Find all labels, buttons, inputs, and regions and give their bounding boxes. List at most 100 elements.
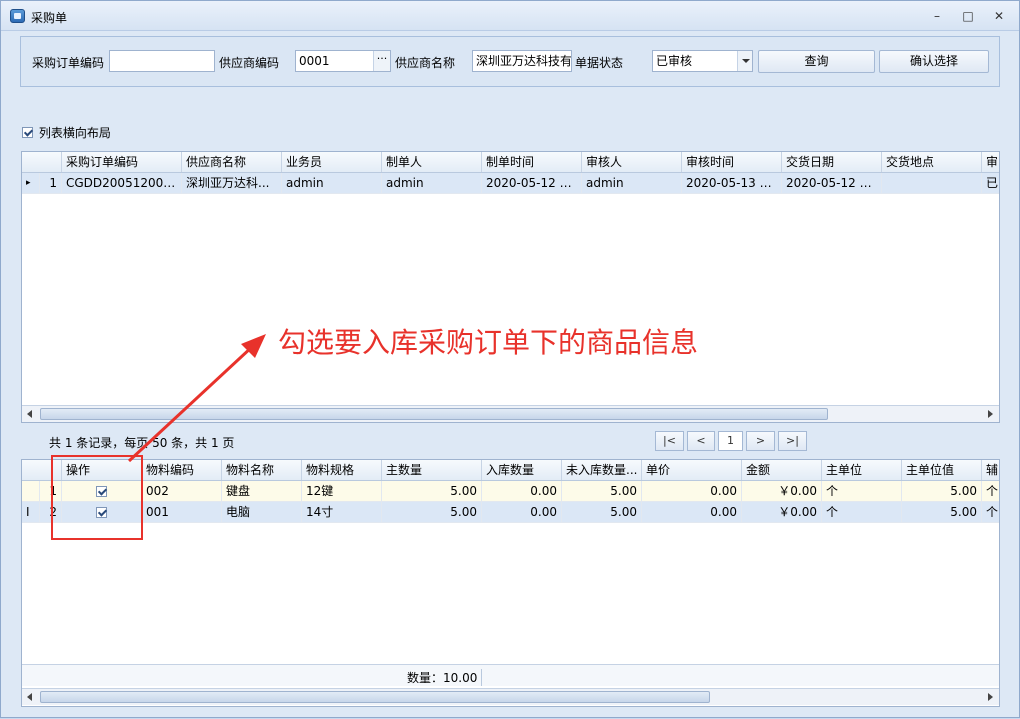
layout-toggle-checkbox[interactable] bbox=[22, 127, 33, 138]
lookup-button[interactable]: ··· bbox=[373, 51, 390, 71]
cell-main-unit-value[interactable]: 5.00 bbox=[902, 502, 982, 522]
column-header[interactable]: 未入库数量... bbox=[562, 460, 642, 480]
search-panel: 采购订单编码 供应商编码 0001 ··· 供应商名称 深圳亚万达科技有 单据状… bbox=[20, 36, 1000, 87]
cell-status[interactable]: 已( bbox=[982, 173, 999, 193]
column-header[interactable]: 辅 bbox=[982, 460, 999, 480]
cell-created-time[interactable]: 2020-05-12 1... bbox=[482, 173, 582, 193]
minimize-icon[interactable]: – bbox=[929, 9, 945, 23]
detail-grid: 操作 物料编码 物料名称 物料规格 主数量 入库数量 未入库数量... 单价 金… bbox=[21, 459, 1000, 707]
cell-in-qty[interactable]: 0.00 bbox=[482, 502, 562, 522]
cell-in-qty[interactable]: 0.00 bbox=[482, 481, 562, 501]
cell-amount[interactable]: ￥0.00 bbox=[742, 481, 822, 501]
cell-main-unit-value[interactable]: 5.00 bbox=[902, 481, 982, 501]
first-page-button[interactable]: |< bbox=[655, 431, 684, 451]
column-header[interactable]: 交货日期 bbox=[782, 152, 882, 172]
maximize-icon[interactable]: □ bbox=[960, 9, 976, 23]
supplier-code-input[interactable]: 0001 ··· bbox=[295, 50, 391, 72]
column-header[interactable]: 制单时间 bbox=[482, 152, 582, 172]
table-row[interactable]: 1 002 键盘 12键 5.00 0.00 5.00 0.00 ￥0.00 个… bbox=[22, 481, 999, 502]
orders-grid: 采购订单编码 供应商名称 业务员 制单人 制单时间 审核人 审核时间 交货日期 … bbox=[21, 151, 1000, 423]
cell-unit-price[interactable]: 0.00 bbox=[642, 481, 742, 501]
column-header[interactable]: 审 bbox=[982, 152, 999, 172]
table-row[interactable]: ▸ 1 CGDD20051200001 深圳亚万达科... admin admi… bbox=[22, 173, 999, 194]
confirm-select-button[interactable]: 确认选择 bbox=[879, 50, 989, 73]
cell-order-code[interactable]: CGDD20051200001 bbox=[62, 173, 182, 193]
row-indicator: I bbox=[22, 502, 40, 522]
column-header[interactable]: 交货地点 bbox=[882, 152, 982, 172]
supplier-code-value: 0001 bbox=[299, 54, 330, 68]
scroll-right-icon[interactable] bbox=[988, 693, 993, 701]
cell-aux-unit[interactable]: 个 bbox=[982, 502, 999, 522]
cell-main-unit[interactable]: 个 bbox=[822, 481, 902, 501]
cell-reviewer[interactable]: admin bbox=[582, 173, 682, 193]
next-page-button[interactable]: > bbox=[746, 431, 775, 451]
column-header[interactable]: 业务员 bbox=[282, 152, 382, 172]
cell-amount[interactable]: ￥0.00 bbox=[742, 502, 822, 522]
detail-grid-header: 操作 物料编码 物料名称 物料规格 主数量 入库数量 未入库数量... 单价 金… bbox=[22, 460, 999, 481]
cell-main-unit[interactable]: 个 bbox=[822, 502, 902, 522]
cell-main-qty[interactable]: 5.00 bbox=[382, 502, 482, 522]
row-number: 1 bbox=[40, 173, 62, 193]
supplier-name-label: 供应商名称 bbox=[395, 56, 456, 70]
app-icon bbox=[10, 9, 25, 23]
cell-material-name[interactable]: 键盘 bbox=[222, 481, 302, 501]
cell-salesperson[interactable]: admin bbox=[282, 173, 382, 193]
supplier-name-input[interactable]: 深圳亚万达科技有 bbox=[472, 50, 572, 72]
column-header[interactable]: 单价 bbox=[642, 460, 742, 480]
scroll-right-icon[interactable] bbox=[988, 410, 993, 418]
scroll-thumb[interactable] bbox=[40, 408, 828, 420]
scroll-thumb[interactable] bbox=[40, 691, 710, 703]
column-header[interactable]: 审核时间 bbox=[682, 152, 782, 172]
table-row[interactable]: I 2 001 电脑 14寸 5.00 0.00 5.00 0.00 ￥0.00… bbox=[22, 502, 999, 523]
cell-material-name[interactable]: 电脑 bbox=[222, 502, 302, 522]
cell-not-in-qty[interactable]: 5.00 bbox=[562, 502, 642, 522]
column-header[interactable]: 主数量 bbox=[382, 460, 482, 480]
column-header[interactable]: 审核人 bbox=[582, 152, 682, 172]
annotation-highlight-box bbox=[51, 455, 143, 540]
order-code-input[interactable] bbox=[109, 50, 215, 72]
cell-aux-unit[interactable]: 个 bbox=[982, 481, 999, 501]
column-header[interactable]: 金额 bbox=[742, 460, 822, 480]
prev-page-button[interactable]: < bbox=[687, 431, 715, 451]
cell-unit-price[interactable]: 0.00 bbox=[642, 502, 742, 522]
column-header[interactable]: 物料编码 bbox=[142, 460, 222, 480]
cell-material-spec[interactable]: 12键 bbox=[302, 481, 382, 501]
scroll-left-icon[interactable] bbox=[27, 693, 32, 701]
column-header[interactable]: 主单位 bbox=[822, 460, 902, 480]
cell-review-time[interactable]: 2020-05-13 1... bbox=[682, 173, 782, 193]
cell-main-qty[interactable]: 5.00 bbox=[382, 481, 482, 501]
status-select[interactable]: 已审核 bbox=[652, 50, 753, 72]
column-header[interactable]: 供应商名称 bbox=[182, 152, 282, 172]
column-header[interactable]: 制单人 bbox=[382, 152, 482, 172]
cell-delivery-date[interactable]: 2020-05-12 0... bbox=[782, 173, 882, 193]
column-header[interactable]: 物料规格 bbox=[302, 460, 382, 480]
column-header[interactable]: 主单位值 bbox=[902, 460, 982, 480]
close-icon[interactable]: ✕ bbox=[991, 9, 1007, 23]
title-bar: 采购单 – □ ✕ bbox=[1, 1, 1019, 31]
page-number-input[interactable]: 1 bbox=[718, 431, 743, 451]
column-header[interactable]: 物料名称 bbox=[222, 460, 302, 480]
column-header[interactable]: 入库数量 bbox=[482, 460, 562, 480]
cell-material-code[interactable]: 002 bbox=[142, 481, 222, 501]
last-page-button[interactable]: >| bbox=[778, 431, 807, 451]
row-indicator-icon: ▸ bbox=[22, 173, 40, 193]
purchase-order-window: 采购单 – □ ✕ 采购订单编码 供应商编码 0001 ··· 供应商名称 深圳… bbox=[0, 0, 1020, 718]
cell-not-in-qty[interactable]: 5.00 bbox=[562, 481, 642, 501]
column-header[interactable]: 采购订单编码 bbox=[62, 152, 182, 172]
detail-horizontal-scrollbar[interactable] bbox=[22, 688, 999, 705]
cell-material-code[interactable]: 001 bbox=[142, 502, 222, 522]
chevron-down-icon[interactable] bbox=[737, 51, 752, 71]
query-button[interactable]: 查询 bbox=[758, 50, 875, 73]
cell-supplier-name[interactable]: 深圳亚万达科... bbox=[182, 173, 282, 193]
status-label: 单据状态 bbox=[575, 56, 624, 70]
window-title: 采购单 bbox=[31, 11, 68, 25]
cell-material-spec[interactable]: 14寸 bbox=[302, 502, 382, 522]
layout-toggle[interactable]: 列表横向布局 bbox=[22, 124, 111, 140]
scroll-left-icon[interactable] bbox=[27, 410, 32, 418]
cell-delivery-place[interactable] bbox=[882, 173, 982, 193]
annotation-text: 勾选要入库采购订单下的商品信息 bbox=[278, 326, 699, 359]
layout-toggle-label: 列表横向布局 bbox=[38, 126, 111, 140]
status-value: 已审核 bbox=[656, 54, 693, 68]
orders-horizontal-scrollbar[interactable] bbox=[22, 405, 999, 422]
cell-creator[interactable]: admin bbox=[382, 173, 482, 193]
